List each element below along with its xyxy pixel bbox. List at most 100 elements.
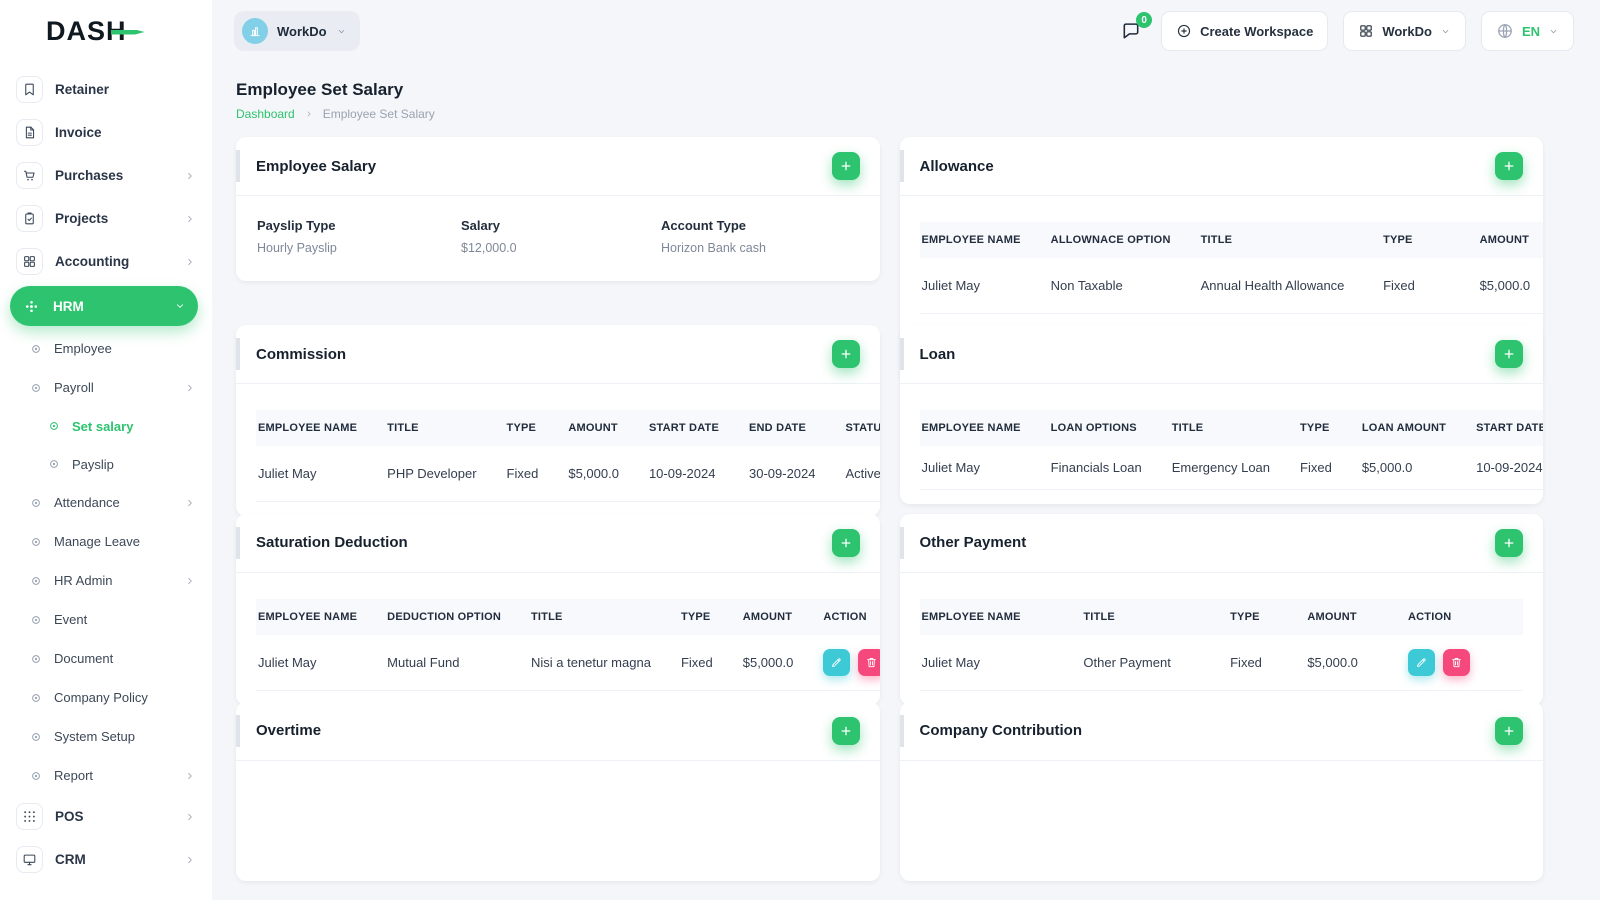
sidebar-item-crm[interactable]: CRM — [0, 838, 212, 881]
add-allowance-button[interactable] — [1495, 152, 1523, 180]
sidebar-item-pos[interactable]: POS — [0, 795, 212, 838]
delete-button[interactable] — [1443, 648, 1471, 676]
language-label: EN — [1521, 23, 1540, 39]
sidebar-item-company-policy[interactable]: Company Policy — [0, 678, 212, 717]
add-employee-salary-button[interactable] — [831, 152, 860, 180]
cell: Mutual Fund — [387, 634, 531, 691]
sidebar-item-system-setup[interactable]: System Setup — [0, 717, 212, 756]
card-header: Employee Salary — [236, 137, 880, 196]
card-body: Payslip Type Hourly Payslip Salary $12,000.… — [236, 196, 880, 281]
sidebar-item-manage-leave[interactable]: Manage Leave — [0, 522, 212, 561]
sidebar-item-payroll[interactable]: Payroll — [0, 368, 212, 407]
column-header: LOAN OPTIONS — [1050, 410, 1172, 447]
column-header: START DATE — [1476, 410, 1543, 447]
workspace-menu-button[interactable]: WorkDo — [1343, 11, 1466, 51]
sidebar-item-document[interactable]: Document — [0, 639, 212, 678]
table-wrap: EMPLOYEE NAME TITLE TYPE AMOUNT START DATE EN… — [256, 410, 880, 503]
add-saturation-deduction-button[interactable] — [831, 528, 860, 557]
sidebar-item-label: Projects — [55, 211, 109, 226]
cell: Annual Health Allowance — [1200, 258, 1384, 314]
create-workspace-label: Create Workspace — [1200, 23, 1314, 39]
sidebar-item-label: CRM — [55, 852, 86, 867]
sidebar-item-label: HR Admin — [54, 573, 113, 588]
edit-button[interactable] — [823, 648, 851, 676]
edit-button[interactable] — [1408, 648, 1436, 676]
sidebar-item-set-salary[interactable]: Set salary — [0, 407, 212, 445]
sidebar-item-label: System Setup — [54, 729, 135, 744]
field-value: $12,000.0 — [461, 241, 517, 255]
column-header: ALLOWNACE OPTION — [1050, 222, 1201, 258]
field-label: Payslip Type — [257, 218, 336, 233]
cell: $5,000.0 — [1307, 634, 1409, 691]
add-overtime-button[interactable] — [831, 716, 860, 745]
sidebar-item-accounting[interactable]: Accounting — [0, 240, 212, 283]
chevron-right-icon — [184, 770, 196, 782]
sidebar-item-payslip[interactable]: Payslip — [0, 445, 212, 483]
card-body: EMPLOYEE NAME TITLE TYPE AMOUNT START DATE EN… — [236, 410, 880, 503]
column-header: AMOUNT — [1307, 598, 1409, 635]
workspace-selector[interactable]: WorkDo — [234, 11, 360, 51]
column-header: TITLE — [1083, 598, 1231, 635]
dash-logo[interactable]: DASH — [0, 0, 212, 62]
card-title: Employee Salary — [256, 157, 377, 175]
column-header: STATUS — [845, 410, 880, 447]
app-root: DASH Retainer Invoice Purchases Projects… — [0, 0, 1600, 900]
cell: Juliet May — [256, 446, 388, 503]
chevron-down-icon — [1548, 26, 1559, 37]
accounting-icon — [16, 248, 43, 275]
sidebar-item-projects[interactable]: Projects — [0, 197, 212, 240]
sidebar-item-label: Set salary — [72, 418, 134, 434]
sidebar-item-retainer[interactable]: Retainer — [0, 68, 212, 111]
topbar: WorkDo 0 Create Workspace WorkDo EN — [212, 0, 1600, 62]
sidebar-item-label: Payroll — [54, 380, 94, 395]
add-commission-button[interactable] — [831, 340, 860, 369]
cell: $5,000.0 — [742, 634, 824, 691]
card-title: Commission — [256, 345, 347, 363]
delete-button[interactable] — [858, 648, 880, 676]
bullet-icon — [28, 533, 44, 550]
sidebar-item-invoice[interactable]: Invoice — [0, 111, 212, 154]
sidebar-item-label: Accounting — [55, 254, 130, 269]
add-other-payment-button[interactable] — [1495, 528, 1523, 557]
sidebar-item-label: Manage Leave — [54, 534, 141, 549]
create-workspace-button[interactable]: Create Workspace — [1161, 11, 1329, 51]
breadcrumb-dashboard-link[interactable]: Dashboard — [236, 107, 295, 121]
messages-button[interactable]: 0 — [1116, 12, 1153, 46]
language-button[interactable]: EN — [1480, 11, 1574, 51]
card-title: Loan — [919, 345, 956, 363]
column-header: AMOUNT — [1479, 222, 1543, 258]
sidebar-item-employee[interactable]: Employee — [0, 329, 212, 368]
cell: Juliet May — [256, 634, 388, 691]
actions-cell — [823, 634, 880, 691]
plus-icon — [1502, 159, 1516, 173]
table-row: Juliet May Non Taxable Annual Health Allow… — [919, 258, 1543, 314]
sidebar-item-event[interactable]: Event — [0, 600, 212, 639]
column-header: TYPE — [680, 598, 743, 635]
chevron-right-icon — [184, 811, 196, 823]
column-header: EMPLOYEE NAME — [919, 598, 1084, 635]
sidebar-item-label: Payslip — [72, 456, 114, 472]
card-title: Company Contribution — [919, 722, 1082, 740]
sidebar-item-attendance[interactable]: Attendance — [0, 483, 212, 522]
chevron-right-icon — [184, 170, 196, 182]
page-header: Employee Set Salary Dashboard Employee S… — [212, 62, 1600, 121]
column-header: AMOUNT — [568, 410, 649, 447]
cell: 30-09-2024 — [748, 446, 846, 503]
chevron-right-icon — [304, 109, 314, 119]
main-area: WorkDo 0 Create Workspace WorkDo EN Empl… — [212, 0, 1600, 900]
bullet-icon — [28, 650, 44, 667]
add-company-contribution-button[interactable] — [1495, 716, 1523, 745]
chevron-right-icon — [184, 854, 196, 866]
sidebar-item-hr-admin[interactable]: HR Admin — [0, 561, 212, 600]
sidebar-item-label: Attendance — [54, 495, 120, 510]
sidebar-nav: Retainer Invoice Purchases Projects Acco… — [0, 62, 212, 881]
sidebar-item-report[interactable]: Report — [0, 756, 212, 795]
workspace-menu-label: WorkDo — [1382, 23, 1432, 39]
column-header: LOAN AMOUNT — [1361, 410, 1477, 447]
card-header: Company Contribution — [899, 702, 1543, 761]
add-loan-button[interactable] — [1495, 340, 1523, 369]
card-other-payment: Other Payment EMPLOYEE NAME TITLE TYPE AMOU… — [899, 513, 1543, 705]
sidebar-item-purchases[interactable]: Purchases — [0, 154, 212, 197]
sidebar-item-hrm[interactable]: HRM — [10, 286, 198, 326]
sidebar-item-label: Retainer — [55, 82, 110, 97]
